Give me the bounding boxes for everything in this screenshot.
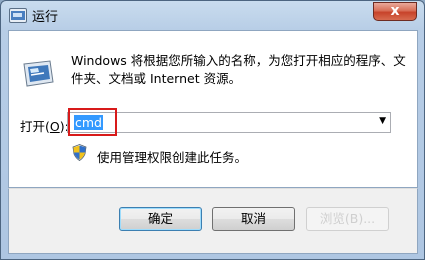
run-program-icon: [23, 60, 54, 87]
close-icon: x: [390, 3, 400, 19]
run-dialog: 运行 x Windows 将根据您所输入的名称，为您打开相应的程序、文件夹、文档…: [0, 0, 425, 260]
annotation-highlight-box: [68, 108, 117, 136]
window-title: 运行: [32, 10, 59, 25]
browse-button[interactable]: 浏览(B)...: [306, 207, 389, 231]
title-bar[interactable]: 运行 x: [1, 1, 424, 29]
button-bar: 确定 取消 浏览(B)...: [8, 188, 418, 254]
open-label: 打开(O):: [20, 119, 69, 134]
cancel-button[interactable]: 取消: [212, 207, 295, 231]
run-app-icon: [9, 8, 27, 23]
close-button[interactable]: x: [373, 2, 417, 21]
chevron-down-icon[interactable]: ▼: [379, 116, 386, 126]
admin-privileges-note: 使用管理权限创建此任务。: [97, 150, 248, 165]
uac-shield-icon: [72, 144, 87, 161]
dialog-body: Windows 将根据您所输入的名称，为您打开相应的程序、文件夹、文档或 Int…: [8, 30, 418, 188]
dialog-description: Windows 将根据您所输入的名称，为您打开相应的程序、文件夹、文档或 Int…: [71, 53, 406, 86]
ok-button[interactable]: 确定: [119, 207, 202, 231]
